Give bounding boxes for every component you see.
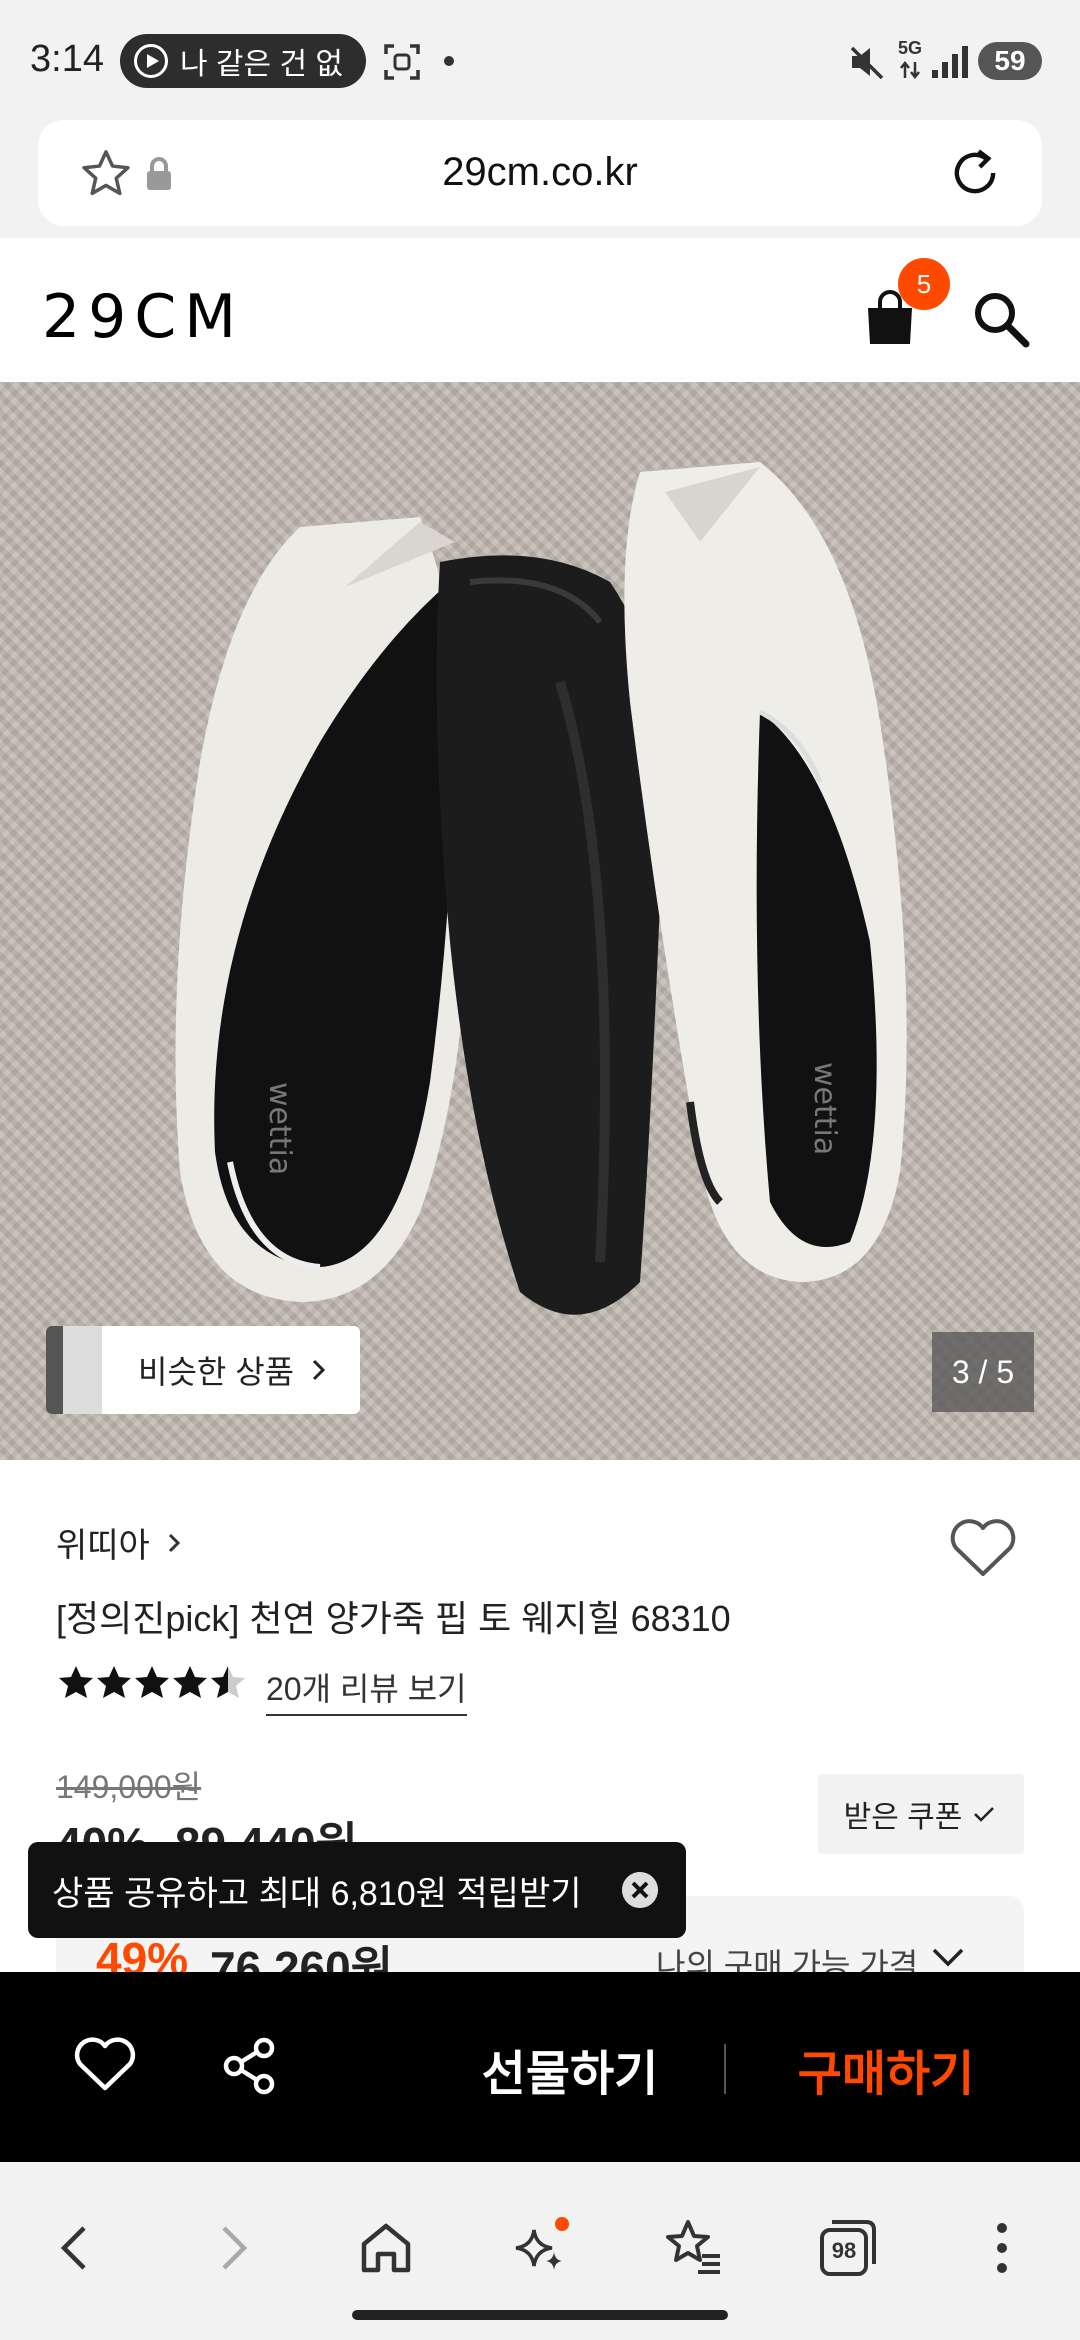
brand-name: 위띠아 (56, 1527, 150, 1565)
more-menu-icon[interactable] (966, 2212, 1038, 2284)
chevron-right-icon (313, 1359, 326, 1381)
browser-toolbar: 29cm.co.kr (0, 120, 1080, 238)
browser-nav-bar: 98 (0, 2162, 1080, 2340)
home-indicator (352, 2310, 728, 2320)
cart-count-badge: 5 (898, 258, 950, 310)
bookmarks-icon[interactable] (658, 2212, 730, 2284)
tabs-button[interactable]: 98 (812, 2212, 884, 2284)
purchase-action-bar: 선물하기 구매하기 (0, 1972, 1080, 2162)
media-title: 나 같은 건 없 (180, 48, 344, 81)
rating-stars (56, 1662, 256, 1708)
product-image[interactable]: wettia wettia 비슷한 상품 3 / 5 (0, 382, 1080, 1460)
check-icon (974, 1807, 995, 1822)
similar-products-button[interactable]: 비슷한 상품 (46, 1326, 360, 1414)
coupon-label: 받은 쿠폰 (843, 1801, 963, 1834)
gift-button[interactable]: 선물하기 (440, 2034, 700, 2104)
address-bar[interactable]: 29cm.co.kr (38, 120, 1042, 226)
forward-icon[interactable] (196, 2212, 268, 2284)
star-rating-icon (59, 1666, 245, 1698)
svg-text:wettia: wettia (807, 1062, 842, 1155)
signal-icon (932, 46, 968, 78)
shoe-photo: wettia wettia (175, 462, 907, 1315)
site-logo[interactable]: 29CM (42, 282, 244, 352)
url-text: 29cm.co.kr (442, 150, 638, 194)
buy-button[interactable]: 구매하기 (756, 2034, 1016, 2104)
mute-icon (850, 46, 884, 80)
data-arrows-icon (900, 60, 920, 80)
image-counter: 3 / 5 (932, 1332, 1034, 1412)
product-title: [정의진pick] 천연 양가죽 핍 토 웨지힐 68310 (56, 1598, 731, 1639)
review-link[interactable]: 20개 리뷰 보기 (266, 1664, 467, 1716)
share-reward-toast: 상품 공유하고 최대 6,810원 적립받기 (28, 1842, 686, 1938)
search-icon[interactable] (970, 288, 1032, 350)
received-coupon-button[interactable]: 받은 쿠폰 (818, 1774, 1024, 1854)
screenshot-icon (384, 44, 420, 80)
home-icon[interactable] (350, 2212, 422, 2284)
similar-thumbnail (46, 1326, 102, 1414)
site-header: 29CM 5 (0, 238, 1080, 382)
play-icon (134, 44, 168, 78)
like-heart-icon[interactable] (948, 1516, 1018, 1580)
similar-products-label: 비슷한 상품 (138, 1354, 295, 1390)
media-playing-chip[interactable]: 나 같은 건 없 (120, 34, 366, 88)
ai-sparkle-icon[interactable] (504, 2212, 576, 2284)
notification-dot (444, 56, 454, 66)
close-icon[interactable] (622, 1872, 658, 1908)
status-time: 3:14 (30, 38, 104, 80)
tabs-count: 98 (831, 2238, 857, 2263)
share-icon[interactable] (222, 2036, 278, 2096)
action-divider (724, 2044, 726, 2094)
back-icon[interactable] (40, 2212, 112, 2284)
svg-text:wettia: wettia (262, 1082, 297, 1175)
heart-icon[interactable] (74, 2036, 136, 2092)
reload-icon[interactable] (946, 144, 1004, 202)
battery-indicator: 59 (978, 42, 1042, 80)
chevron-down-icon (932, 1948, 964, 1967)
network-type: 5G (898, 38, 923, 58)
original-price: 149,000원 (56, 1769, 202, 1805)
brand-link[interactable]: 위띠아 (56, 1518, 188, 1567)
chevron-right-icon (168, 1533, 180, 1552)
toast-message: 상품 공유하고 최대 6,810원 적립받기 (52, 1874, 582, 1913)
status-bar: 3:14 나 같은 건 없 5G 59 (0, 0, 1080, 120)
